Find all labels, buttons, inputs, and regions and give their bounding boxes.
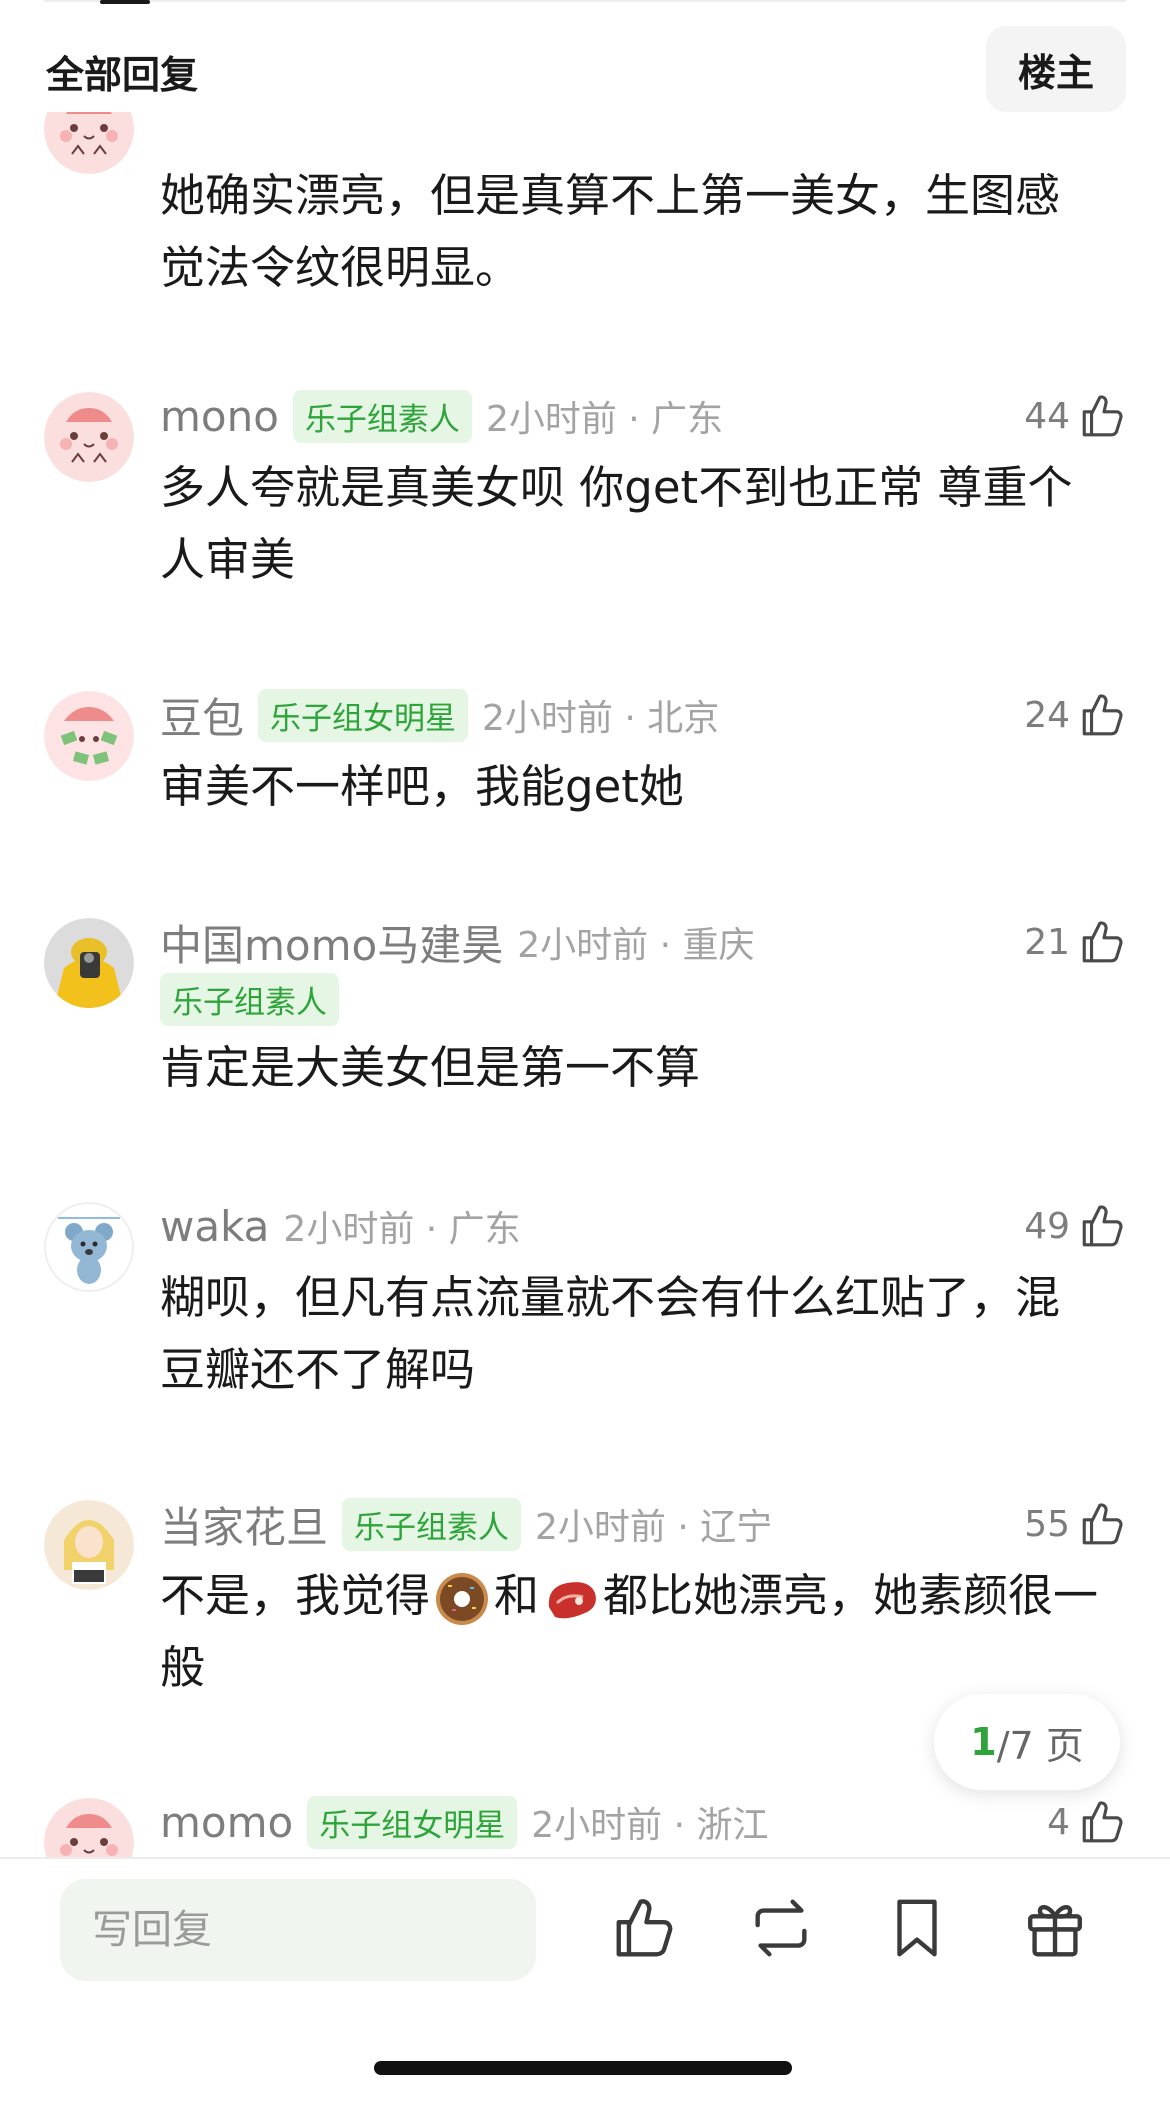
like-count: 55 — [1024, 1503, 1070, 1545]
repost-icon[interactable] — [746, 1893, 816, 1963]
username[interactable]: waka — [160, 1202, 269, 1251]
thumbs-up-icon — [1078, 917, 1128, 967]
status-badge: 乐子组素人 — [160, 972, 339, 1026]
thumbs-up-icon — [1078, 1797, 1128, 1847]
status-badge: 乐子组女明星 — [258, 688, 469, 742]
like-count: 24 — [1024, 694, 1070, 736]
timestamp: 2小时前 · 重庆 — [517, 925, 755, 966]
avatar[interactable] — [44, 392, 134, 482]
gift-icon[interactable] — [1020, 1893, 1090, 1963]
op-only-button[interactable]: 楼主 — [986, 26, 1126, 112]
timestamp: 2小时前 · 广东 — [485, 399, 724, 440]
username[interactable]: 豆包 — [160, 685, 244, 746]
like-button[interactable]: 55 — [1024, 1494, 1128, 1554]
username[interactable]: momo — [160, 1798, 293, 1847]
like-button[interactable]: 4 — [1047, 1792, 1128, 1852]
username[interactable]: mono — [160, 392, 279, 441]
pagination-indicator[interactable]: 1 /7 页 — [934, 1694, 1120, 1790]
comment-content: 糊呗，但凡有点流量就不会有什么红贴了，混豆瓣还不了解吗 — [160, 1271, 1061, 1396]
comment-content: 肯定是大美女但是第一不算 — [160, 1041, 701, 1094]
thumbs-up-icon — [1078, 690, 1128, 740]
comment-text: 和 — [494, 1569, 540, 1622]
like-button[interactable]: 44 — [1024, 386, 1128, 446]
reply-input[interactable] — [60, 1879, 536, 1981]
like-button[interactable]: 49 — [1024, 1196, 1128, 1256]
timestamp: 2小时前 · 北京 — [482, 698, 720, 739]
avatar[interactable] — [44, 1798, 134, 1857]
bottom-action-bar — [0, 1857, 1170, 2108]
like-button[interactable]: 24 — [1024, 685, 1128, 745]
thumbs-up-icon — [1078, 1201, 1128, 1251]
comment-content: 审美不一样吧，我能get她 — [160, 760, 684, 813]
like-count: 21 — [1024, 921, 1070, 963]
avatar[interactable] — [44, 1500, 134, 1590]
donut-icon — [436, 1573, 489, 1625]
status-badge: 乐子组素人 — [292, 389, 472, 443]
meat-icon — [548, 1582, 596, 1619]
status-badge: 乐子组素人 — [342, 1497, 522, 1551]
comment-text: 不是，我觉得 — [160, 1569, 431, 1622]
header: 全部回复 楼主 — [0, 22, 1170, 112]
avatar[interactable] — [44, 691, 134, 781]
comment-content: 她确实漂亮，但是真算不上第一美女，生图感觉法令纹很明显。 — [160, 169, 1061, 294]
avatar[interactable] — [44, 918, 134, 1008]
like-count: 49 — [1024, 1205, 1070, 1247]
like-count: 4 — [1047, 1801, 1070, 1843]
timestamp: 2小时前 · 广东 — [283, 1209, 521, 1250]
username[interactable]: 当家花旦 — [160, 1494, 328, 1555]
status-badge: 乐子组女明星 — [307, 1795, 518, 1849]
like-button[interactable]: 21 — [1024, 912, 1128, 972]
like-count: 44 — [1024, 395, 1070, 437]
comment-content: 多人夸就是真美女呗 你get不到也正常 尊重个人审美 — [160, 461, 1073, 586]
page-title: 全部回复 — [46, 53, 199, 97]
thumbs-up-icon[interactable] — [610, 1893, 680, 1963]
home-indicator[interactable] — [374, 2061, 792, 2075]
timestamp: 2小时前 · 浙江 — [531, 1805, 769, 1846]
thumbs-up-icon — [1078, 1499, 1128, 1549]
current-page: 1 — [970, 1720, 997, 1764]
username[interactable]: 中国momo马建昊 — [160, 912, 503, 973]
avatar[interactable] — [44, 1202, 134, 1292]
comment-list[interactable]: 她确实漂亮，但是真算不上第一美女，生图感觉法令纹很明显。 mono 乐子组素人 … — [0, 0, 1170, 1857]
thumbs-up-icon — [1078, 391, 1128, 441]
comment-content: 不是，我觉得 和 都比她漂亮，她素颜很一般 — [160, 1560, 1100, 1704]
timestamp: 2小时前 · 辽宁 — [535, 1507, 773, 1548]
total-pages: /7 页 — [996, 1723, 1084, 1768]
bookmark-icon[interactable] — [882, 1893, 952, 1963]
